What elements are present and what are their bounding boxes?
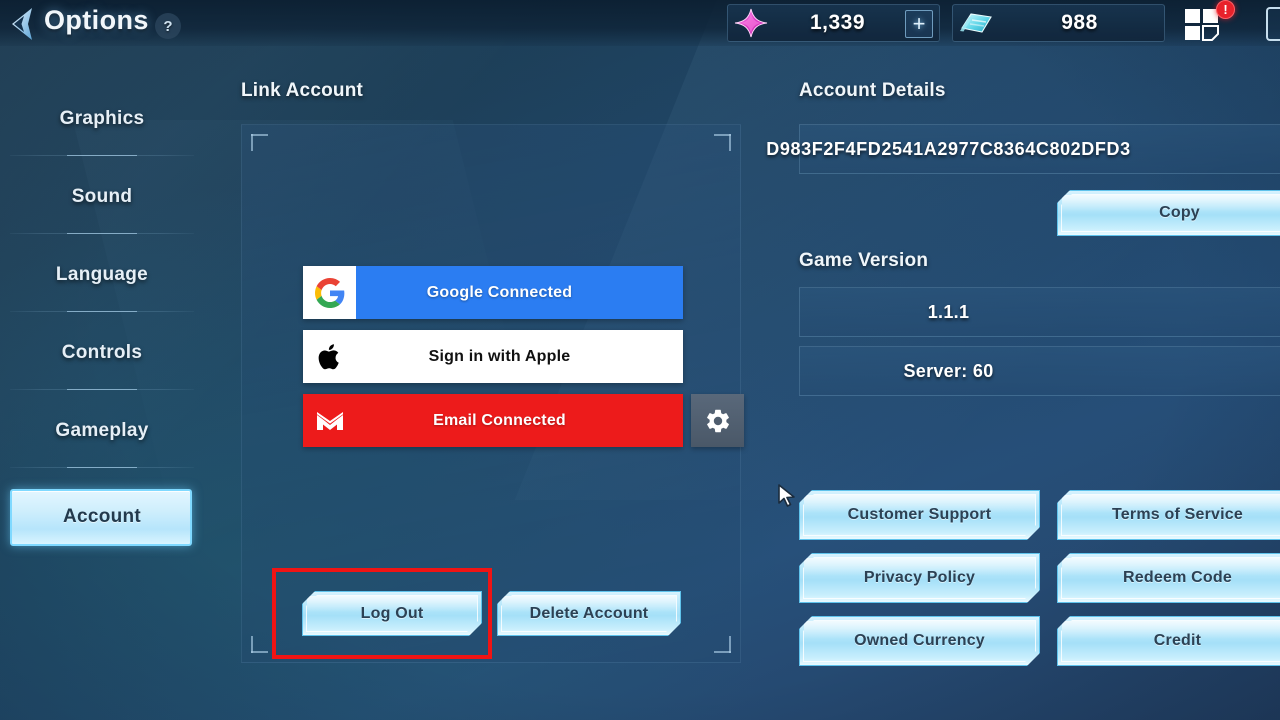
link-account-heading: Link Account [241,80,364,101]
add-gems-button[interactable]: + [905,10,933,38]
help-label: ? [163,17,173,35]
sidebar-item-language[interactable]: Language [0,252,204,330]
server-row: Server: 60 [799,346,1280,396]
sidebar-item-gameplay[interactable]: Gameplay [0,408,204,486]
email-button-label: Email Connected [433,411,566,429]
sidebar-item-sound[interactable]: Sound [0,174,204,252]
back-button[interactable] [2,4,46,44]
help-button[interactable]: ? [155,13,181,39]
sidebar-item-graphics[interactable]: Graphics [0,96,204,174]
account-id-value: D983F2F4FD2541A2977C8364C802DFD3 [766,138,1131,159]
owned-currency-label: Owned Currency [854,632,985,649]
server-value: Server: 60 [903,360,994,381]
sidebar-item-label: Graphics [59,108,145,129]
sidebar-item-label: Controls [61,342,143,363]
link-account-panel: Google Connected Sign in with Apple Emai… [241,124,744,663]
customer-support-button[interactable]: Customer Support [799,490,1040,540]
privacy-policy-label: Privacy Policy [863,569,976,586]
email-settings-button[interactable] [691,394,744,447]
ticket-icon [953,4,999,42]
sidebar-item-controls[interactable]: Controls [0,330,204,408]
sidebar-item-label: Account [62,506,142,527]
sidebar-divider [10,467,194,468]
terms-of-service-label: Terms of Service [1112,506,1243,523]
google-icon [303,266,356,319]
game-version-value: 1.1.1 [927,301,970,322]
game-version-row: 1.1.1 [799,287,1280,337]
ticket-amount: 988 [1061,11,1098,34]
plus-label: + [912,11,926,36]
notification-badge: ! [1216,0,1235,19]
gmail-icon [303,394,356,447]
panel-corner-bracket [714,134,731,151]
sidebar-divider [10,311,194,312]
log-out-label: Log Out [360,604,424,622]
sidebar-divider [10,389,194,390]
game-version-heading: Game Version [799,250,929,271]
gem-currency-pill[interactable]: 1,339 + [727,4,940,42]
email-connect-button[interactable]: Email Connected [303,394,683,447]
panel-corner-bracket [251,636,268,653]
sidebar-item-label: Language [55,264,149,285]
ticket-currency-pill[interactable]: 988 [952,4,1165,42]
google-connect-button[interactable]: Google Connected [303,266,683,319]
log-out-button[interactable]: Log Out [302,591,482,636]
customer-support-label: Customer Support [847,506,992,523]
top-bar: Options ? 1,339 + 988 ! [0,0,1280,46]
copy-label: Copy [1159,204,1200,221]
terms-of-service-button[interactable]: Terms of Service [1057,490,1280,540]
owned-currency-button[interactable]: Owned Currency [799,616,1040,666]
delete-account-button[interactable]: Delete Account [497,591,681,636]
privacy-policy-button[interactable]: Privacy Policy [799,553,1040,603]
delete-account-label: Delete Account [529,604,649,622]
redeem-code-button[interactable]: Redeem Code [1057,553,1280,603]
sidebar-item-label: Gameplay [55,420,149,441]
copy-account-id-button[interactable]: Copy [1057,190,1280,236]
edge-panel-icon[interactable] [1266,7,1280,41]
sidebar-item-label: Sound [71,186,133,207]
settings-sidebar: Graphics Sound Language Controls Gamepla… [0,96,204,564]
sidebar-item-account[interactable]: Account [0,486,204,564]
panel-corner-bracket [251,134,268,151]
sidebar-divider [10,233,194,234]
credit-button[interactable]: Credit [1057,616,1280,666]
gem-icon [728,4,774,42]
account-id-row: D983F2F4FD2541A2977C8364C802DFD3 [766,124,1280,174]
apple-icon [303,330,356,383]
apple-signin-button[interactable]: Sign in with Apple [303,330,683,383]
redeem-code-label: Redeem Code [1123,569,1232,586]
page-title: Options [44,5,149,35]
apple-button-label: Sign in with Apple [428,347,571,365]
back-arrow-icon [12,8,32,40]
gear-icon [706,409,729,432]
credit-label: Credit [1153,632,1202,649]
sidebar-divider [10,155,194,156]
account-details-heading: Account Details [799,80,946,101]
google-button-label: Google Connected [426,283,573,301]
panel-corner-bracket [714,636,731,653]
